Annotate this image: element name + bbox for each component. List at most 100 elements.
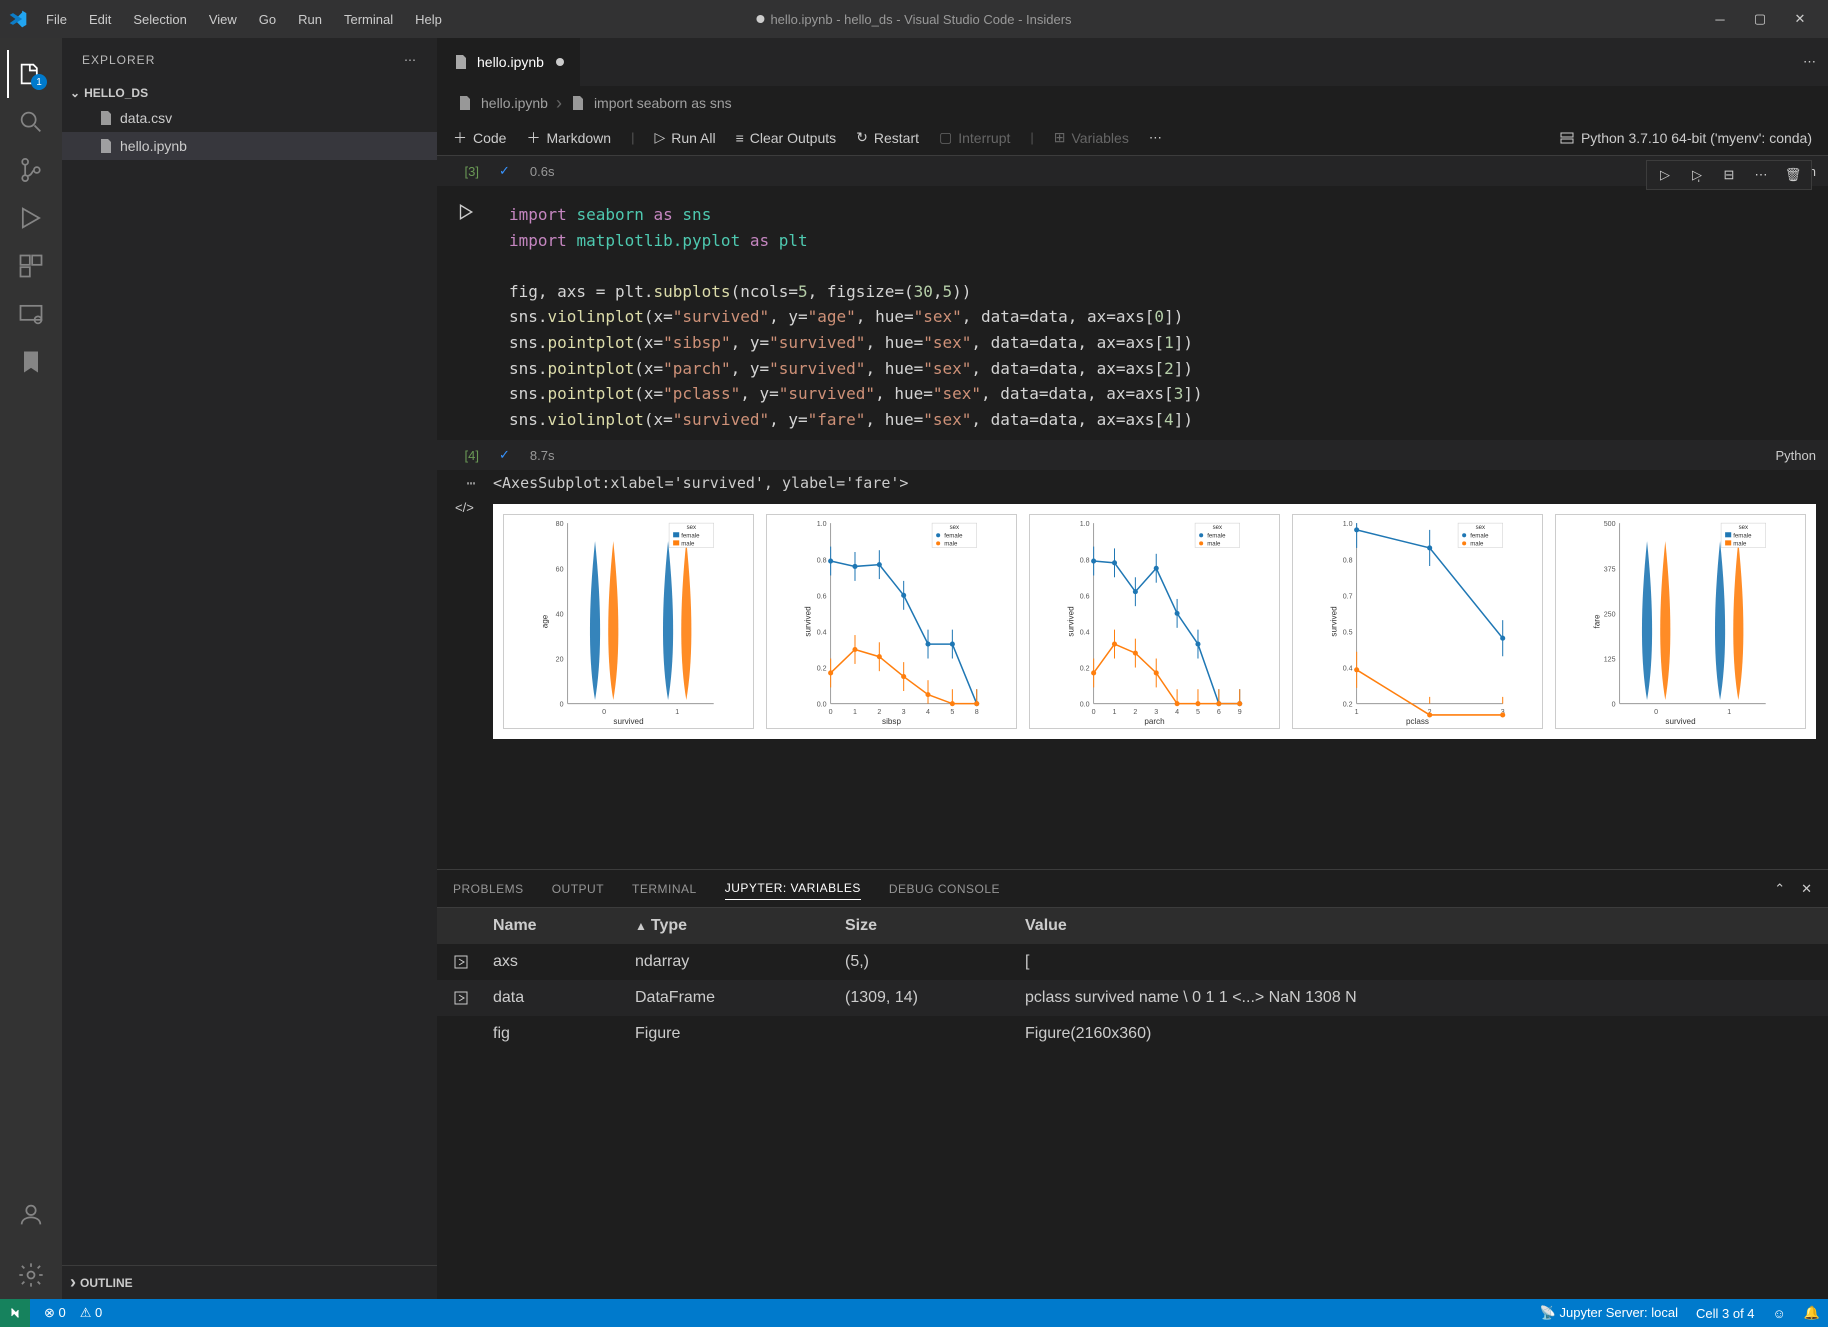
panel-tab-jupyter-variables[interactable]: JUPYTER: VARIABLES (725, 877, 861, 900)
notebook-body[interactable]: [3] ✓ 0.6s Python ▷ ▷̩ ⊟ ⋯ 🗑 im (437, 156, 1828, 869)
file-item[interactable]: data.csv (62, 104, 437, 132)
svg-text:3: 3 (1154, 708, 1158, 716)
run-below-icon[interactable]: ▷̩ (1687, 165, 1707, 185)
menu-terminal[interactable]: Terminal (334, 6, 403, 33)
svg-text:4: 4 (926, 708, 930, 716)
breadcrumb-file[interactable]: hello.ipynb (481, 95, 548, 111)
menu-view[interactable]: View (199, 6, 247, 33)
maximize-button[interactable]: ▢ (1752, 11, 1768, 27)
activity-source-control[interactable] (7, 146, 55, 194)
file-item[interactable]: hello.ipynb (62, 132, 437, 160)
svg-text:female: female (1733, 533, 1752, 540)
breadcrumb-symbol[interactable]: import seaborn as sns (594, 95, 732, 111)
panel-tab-problems[interactable]: PROBLEMS (453, 878, 524, 900)
panel-close-icon[interactable]: ✕ (1801, 881, 1812, 897)
cell-more-icon[interactable]: ⋯ (1751, 165, 1771, 185)
activity-bookmarks[interactable] (7, 338, 55, 386)
statusbar: ⊗ 0 ⚠ 0 📡 Jupyter Server: local Cell 3 o… (0, 1299, 1828, 1327)
check-icon: ✓ (499, 447, 510, 463)
status-warnings[interactable]: ⚠ 0 (80, 1305, 103, 1321)
notebook-file-icon (453, 54, 469, 70)
svg-text:8: 8 (975, 708, 979, 716)
breadcrumb[interactable]: hello.ipynb import seaborn as sns (437, 86, 1828, 120)
tab-hello-ipynb[interactable]: hello.ipynb (437, 38, 580, 86)
table-row[interactable]: data DataFrame (1309, 14) pclass survive… (437, 980, 1828, 1016)
col-name[interactable]: Name (485, 917, 635, 935)
run-cell-button[interactable] (453, 200, 477, 224)
activity-run-debug[interactable] (7, 194, 55, 242)
panel-maximize-icon[interactable]: ⌃ (1774, 881, 1785, 897)
file-icon (98, 110, 114, 126)
activity-extensions[interactable] (7, 242, 55, 290)
activity-remote-explorer[interactable] (7, 290, 55, 338)
code-editor[interactable]: import seaborn as snsimport matplotlib.p… (493, 194, 1828, 440)
status-errors[interactable]: ⊗ 0 (44, 1305, 66, 1321)
activity-settings[interactable] (7, 1251, 55, 1299)
menu-go[interactable]: Go (249, 6, 286, 33)
explorer-more-icon[interactable]: ⋯ (404, 53, 417, 67)
svg-text:375: 375 (1604, 566, 1616, 574)
svg-text:3: 3 (902, 708, 906, 716)
activity-search[interactable] (7, 98, 55, 146)
menu-file[interactable]: File (36, 6, 77, 33)
table-row[interactable]: fig Figure Figure(2160x360) (437, 1016, 1828, 1052)
activity-accounts[interactable] (7, 1191, 55, 1239)
svg-text:male: male (1733, 541, 1747, 548)
kernel-picker[interactable]: Python 3.7.10 64-bit ('myenv': conda) (1559, 130, 1812, 146)
split-cell-icon[interactable]: ⊟ (1719, 165, 1739, 185)
var-value: Figure(2160x360) (1025, 1025, 1828, 1043)
svg-text:60: 60 (556, 566, 564, 574)
expand-icon[interactable] (453, 990, 469, 1006)
exec-count: [4] (449, 448, 479, 463)
delete-cell-icon[interactable]: 🗑 (1783, 165, 1803, 185)
outline-section[interactable]: OUTLINE (62, 1265, 437, 1299)
server-icon (1559, 130, 1575, 146)
table-row[interactable]: axs ndarray (5,) [ (437, 944, 1828, 980)
clear-outputs-button[interactable]: ≡Clear Outputs (736, 130, 837, 146)
code-cell[interactable]: ▷ ▷̩ ⊟ ⋯ 🗑 import seaborn as snsimport m… (437, 194, 1828, 440)
svg-text:0.0: 0.0 (817, 701, 827, 709)
cell-language[interactable]: Python (1776, 448, 1816, 463)
col-value[interactable]: Value (1025, 917, 1828, 935)
col-type[interactable]: ▲Type (635, 917, 845, 935)
status-jupyter[interactable]: 📡 Jupyter Server: local (1540, 1305, 1678, 1321)
svg-text:0: 0 (560, 701, 564, 709)
status-bell-icon[interactable]: 🔔 (1804, 1305, 1820, 1321)
status-remote[interactable] (0, 1299, 30, 1327)
folder-header[interactable]: ⌄ HELLO_DS (62, 82, 437, 104)
menu-help[interactable]: Help (405, 6, 452, 33)
var-name: data (485, 989, 635, 1007)
run-cell-icon[interactable]: ▷ (1655, 165, 1675, 185)
col-size[interactable]: Size (845, 917, 1025, 935)
var-type: ndarray (635, 953, 845, 971)
text-output: ⋯ <AxesSubplot:xlabel='survived', ylabel… (437, 470, 1828, 496)
exec-time: 0.6s (530, 164, 555, 179)
bottom-panel: PROBLEMS OUTPUT TERMINAL JUPYTER: VARIABLES… (437, 869, 1828, 1299)
output-collapse-icon[interactable]: ⋯ (449, 474, 493, 492)
minimize-button[interactable]: ─ (1712, 11, 1728, 27)
code-output-icon[interactable]: </> (455, 500, 474, 515)
restart-button[interactable]: ↻Restart (856, 129, 919, 146)
menu-selection[interactable]: Selection (123, 6, 196, 33)
svg-text:0: 0 (1654, 708, 1658, 716)
panel-tab-debug-console[interactable]: DEBUG CONSOLE (889, 878, 1000, 900)
activity-explorer[interactable]: 1 (7, 50, 55, 98)
svg-text:80: 80 (556, 521, 564, 529)
editor-more-icon[interactable]: ⋯ (1803, 54, 1816, 70)
close-button[interactable]: ✕ (1792, 11, 1808, 27)
panel-tab-terminal[interactable]: TERMINAL (632, 878, 697, 900)
menu-edit[interactable]: Edit (79, 6, 121, 33)
status-feedback-icon[interactable]: ☺ (1773, 1306, 1786, 1321)
expand-icon[interactable] (453, 954, 469, 970)
panel-tab-output[interactable]: OUTPUT (552, 878, 604, 900)
menu-run[interactable]: Run (288, 6, 332, 33)
interrupt-button[interactable]: ▢Interrupt (939, 129, 1010, 146)
variables-button[interactable]: ⊞Variables (1054, 129, 1129, 146)
toolbar-more-icon[interactable]: ⋯ (1149, 130, 1162, 146)
run-all-button[interactable]: ▷Run All (654, 129, 715, 146)
chart-output: </> 02040608001survivedagesexfemalemale0… (437, 496, 1828, 747)
status-cell-pos[interactable]: Cell 3 of 4 (1696, 1306, 1755, 1321)
chevron-down-icon: ⌄ (70, 86, 80, 100)
add-markdown-button[interactable]: ＋Markdown (526, 128, 611, 148)
add-code-button[interactable]: ＋Code (453, 128, 506, 148)
